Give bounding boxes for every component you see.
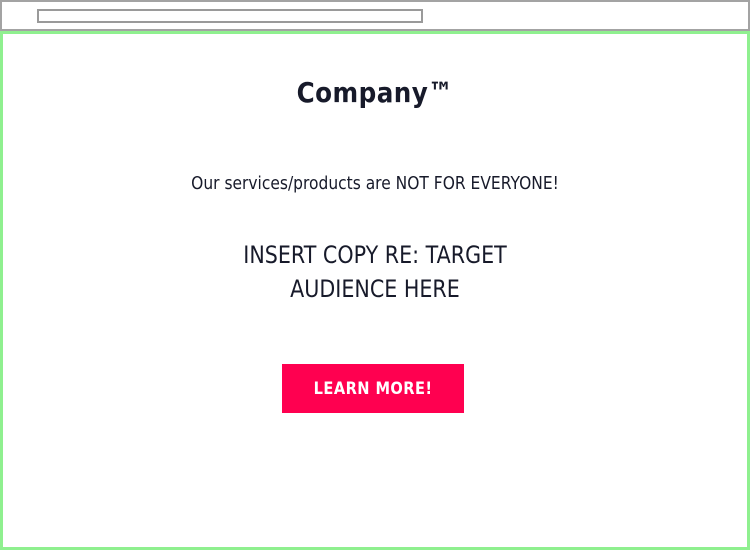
learn-more-label: LEARN MORE! xyxy=(313,378,433,399)
tagline: Our services/products are NOT FOR EVERYO… xyxy=(191,173,559,194)
page-viewport: Company™ Our services/products are NOT F… xyxy=(0,31,750,550)
address-bar[interactable] xyxy=(37,9,423,23)
brand-title: Company™ xyxy=(296,76,454,109)
headline-line-1: INSERT COPY RE: TARGET xyxy=(243,241,507,269)
headline: INSERT COPY RE: TARGET AUDIENCE HERE xyxy=(55,238,695,306)
browser-toolbar xyxy=(0,0,750,31)
headline-line-2: AUDIENCE HERE xyxy=(290,275,460,303)
learn-more-button[interactable]: LEARN MORE! xyxy=(282,364,464,413)
browser-window: Company™ Our services/products are NOT F… xyxy=(0,0,750,550)
